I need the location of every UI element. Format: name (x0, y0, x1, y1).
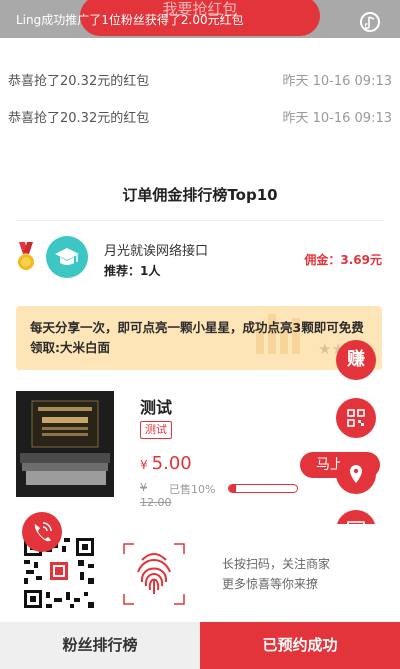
rank-user-name: 月光就诶网络接口 (104, 244, 209, 259)
product-tag: 测试 (140, 421, 172, 439)
location-button[interactable] (336, 454, 376, 494)
original-price: 12.00 (140, 496, 172, 509)
earn-button[interactable]: 赚 (336, 340, 376, 380)
ranking-title: 订单佣金排行榜Top10 (122, 186, 278, 204)
share-notice-banner: 每天分享一次，即可点亮一颗小星星，成功点亮3颗即可免费领取:大米白面 ★★ (16, 306, 382, 370)
location-pin-icon (350, 465, 362, 483)
divider (16, 220, 384, 221)
call-button[interactable] (22, 512, 62, 552)
currency-symbol: ¥ (140, 458, 148, 472)
product-price: ¥5.00 (140, 453, 192, 474)
original-currency: ¥ (140, 481, 147, 494)
music-note-icon (365, 16, 375, 29)
promo-ticker: Ling成功推广了1位粉丝获得了2.00元红包 (16, 13, 244, 27)
fingerprint-scan[interactable] (122, 542, 186, 606)
music-toggle-button[interactable] (360, 12, 380, 32)
gold-medal-icon (18, 242, 34, 270)
product-title: 测试 (140, 398, 173, 417)
scan-hint: 长按扫码，关注商家 更多惊喜等你来撩 (222, 554, 330, 594)
record-text: 恭喜抢了20.32元的红包 (8, 74, 150, 89)
reserved-success-button[interactable]: 已预约成功 (200, 622, 400, 669)
sold-percent: 已售10% (169, 483, 216, 496)
product-image-art (16, 391, 114, 497)
qrcode-icon (347, 409, 365, 427)
scan-hint-line2: 更多惊喜等你来撩 (222, 577, 319, 591)
sold-progress-bar (228, 484, 298, 493)
rank-commission: 佣金：3.69元 (304, 253, 382, 267)
product-image[interactable] (16, 391, 114, 497)
graduation-cap-icon (55, 248, 79, 265)
sold-progress-fill (229, 485, 236, 492)
rank-recommend-count: 推荐：1人 (104, 264, 161, 278)
fan-ranking-button[interactable]: 粉丝排行榜 (0, 622, 200, 669)
scan-hint-line1: 长按扫码，关注商家 (222, 557, 331, 571)
phone-icon (34, 522, 52, 542)
record-text: 恭喜抢了20.32元的红包 (8, 111, 150, 126)
top-bar: 我要抢红包 Ling成功推广了1位粉丝获得了2.00元红包 (0, 0, 400, 38)
fingerprint-icon (123, 543, 185, 605)
avatar (46, 236, 88, 278)
qrcode-button[interactable] (336, 398, 376, 438)
record-time: 昨天 10-16 09:13 (282, 74, 392, 89)
price-value: 5.00 (151, 453, 192, 474)
record-time: 昨天 10-16 09:13 (282, 111, 392, 126)
